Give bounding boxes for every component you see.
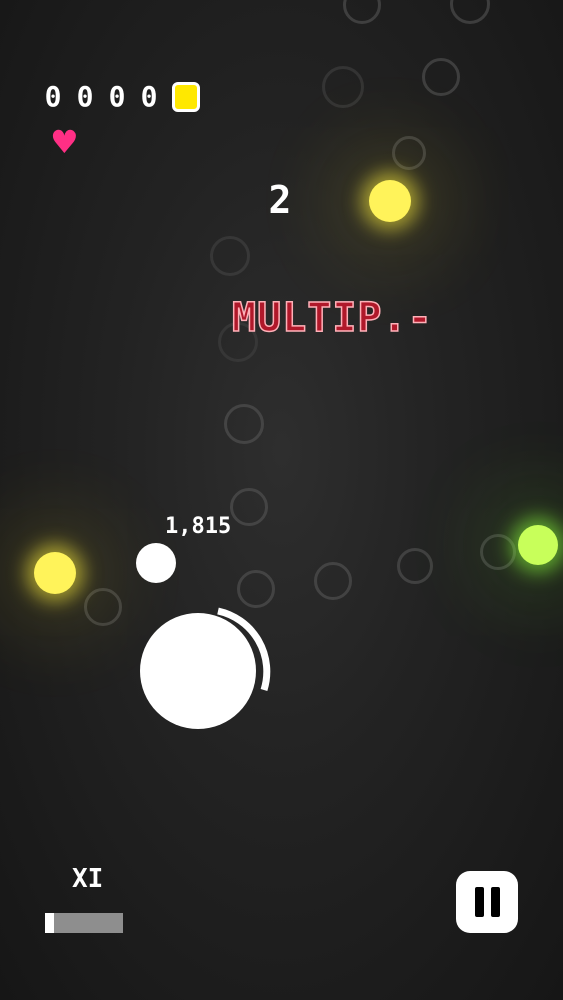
- multiplier-label: XI: [72, 864, 104, 894]
- multiplier-progress-bar: [45, 913, 123, 933]
- game-canvas[interactable]: 0 0 0 0 ♥ 2 MULTIP.- 1,815 XI: [0, 0, 563, 1000]
- multiplier-progress-fill: [45, 913, 55, 933]
- pause-icon: [474, 887, 500, 917]
- pause-button[interactable]: [456, 871, 518, 933]
- charge-arc: [217, 607, 271, 692]
